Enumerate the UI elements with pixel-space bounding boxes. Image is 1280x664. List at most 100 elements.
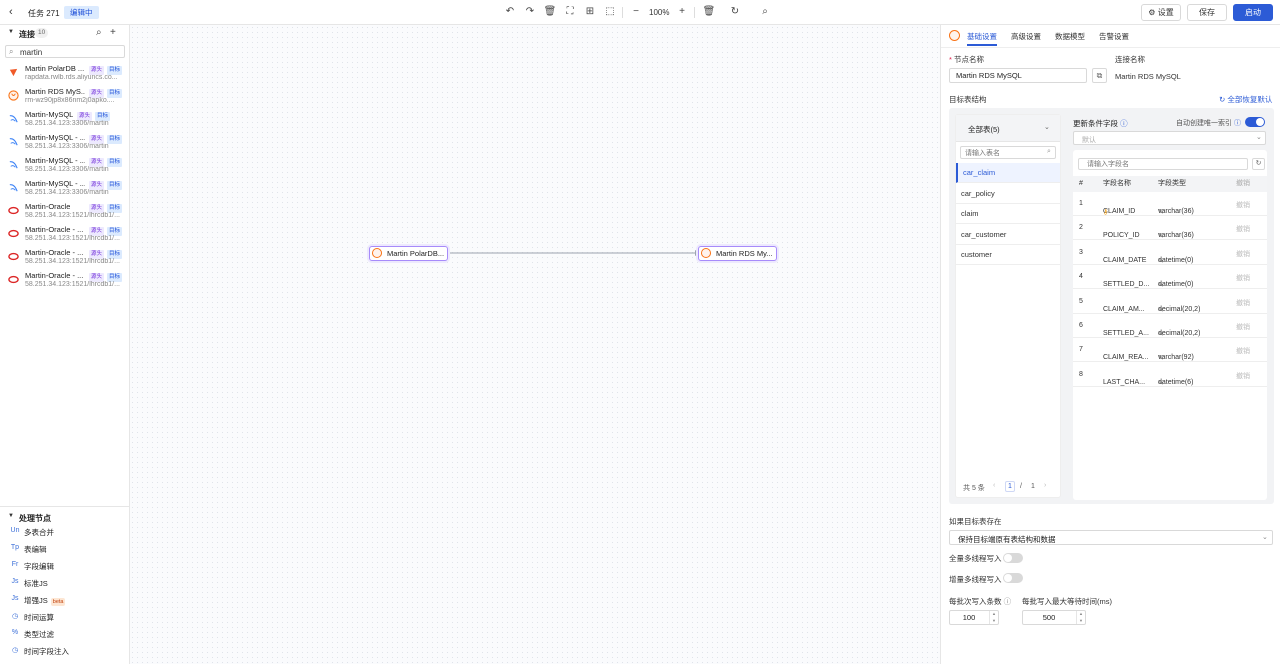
search-icon: ⌕ xyxy=(1047,148,1051,155)
connection-item[interactable]: Martin-Oracle - ... 源头 目标 58.251.34.123:152… xyxy=(0,247,130,270)
undo-button[interactable]: 撤销 xyxy=(1236,200,1250,210)
status-badge: 编辑中 xyxy=(64,6,99,19)
tab-data-model[interactable]: 数据模型 xyxy=(1055,31,1085,42)
incr-multi-toggle[interactable] xyxy=(1003,573,1023,583)
processing-node-item[interactable]: Js 标准JS xyxy=(0,575,130,591)
edit-icon[interactable]: ✎ xyxy=(1158,330,1164,338)
redo-icon[interactable]: ↷ xyxy=(523,5,537,19)
refresh-icon[interactable]: ↻ xyxy=(1252,158,1265,170)
add-connection-icon[interactable]: + xyxy=(110,27,116,38)
tab-alerts[interactable]: 告警设置 xyxy=(1099,31,1129,42)
toolbar-divider xyxy=(694,7,695,18)
table-search[interactable]: ⌕ xyxy=(960,146,1056,159)
connection-address: 58.251.34.123:1521/lhrcdb1/... xyxy=(25,235,120,242)
stepper-icon[interactable]: ▲ ▼ xyxy=(1076,611,1085,624)
source-node[interactable]: Martin PolarDB... xyxy=(369,246,448,261)
edge-layer xyxy=(448,250,700,256)
table-list-item[interactable]: customer xyxy=(956,245,1060,265)
processing-node-item[interactable]: Fr 字段编辑 xyxy=(0,558,130,574)
prev-page-icon[interactable]: ‹ xyxy=(993,482,995,489)
batch-wait-input[interactable]: 500 ▲ ▼ xyxy=(1022,610,1086,625)
restore-all-button[interactable]: ↻ 全部恢复默认 xyxy=(1219,94,1272,105)
search-icon[interactable]: ⌕ xyxy=(758,5,772,19)
settings-button[interactable]: ⚙ 设置 xyxy=(1141,4,1181,21)
undo-icon[interactable]: ↶ xyxy=(503,5,517,19)
table-search-input[interactable] xyxy=(965,148,1043,158)
dag-canvas[interactable]: Martin PolarDB... Martin RDS My... xyxy=(130,25,940,664)
processing-node-item[interactable]: Js 增强JS beta xyxy=(0,592,130,608)
field-search[interactable] xyxy=(1078,158,1248,170)
field-search-input[interactable] xyxy=(1087,160,1237,169)
undo-button[interactable]: 撤销 xyxy=(1236,224,1250,234)
field-index: 4 xyxy=(1079,273,1083,281)
exists-select[interactable]: 保持目标端原有表结构和数据 ⌄ xyxy=(949,530,1273,545)
fit-view-icon[interactable]: ⛶ xyxy=(563,5,577,19)
mysql-icon xyxy=(701,248,711,258)
stepper-icon[interactable]: ▲ ▼ xyxy=(989,611,998,624)
undo-button[interactable]: 撤销 xyxy=(1236,249,1250,259)
connection-item[interactable]: Martin RDS MyS... 源头 目标 rm-wz90jp8x86nm2j0a… xyxy=(0,86,130,109)
copy-icon[interactable]: ⧉ xyxy=(1092,68,1107,83)
edit-icon[interactable]: ✎ xyxy=(1158,354,1164,362)
table-list-item[interactable]: car_claim xyxy=(956,163,1060,183)
processing-node-item[interactable]: Un 多表合并 xyxy=(0,524,130,540)
target-node[interactable]: Martin RDS My... xyxy=(698,246,777,261)
edit-icon[interactable]: ✎ xyxy=(1158,379,1164,387)
search-icon[interactable]: ⌕ xyxy=(96,27,102,38)
connection-search[interactable]: ⌕ xyxy=(5,45,125,58)
full-multi-toggle[interactable] xyxy=(1003,553,1023,563)
connection-item[interactable]: Martin-Oracle 源头 目标 58.251.34.123:1521/lhrc… xyxy=(0,201,130,224)
connection-search-input[interactable] xyxy=(20,47,120,57)
processing-node-item[interactable]: % 类型过滤 xyxy=(0,626,130,642)
current-page[interactable]: 1 xyxy=(1005,481,1015,492)
node-type-icon: ◷ xyxy=(11,647,19,654)
connection-item[interactable]: Martin-MySQL 源头 目标 58.251.34.123:3306/marti… xyxy=(0,109,130,132)
delete-icon[interactable]: 🗑 xyxy=(543,5,557,19)
undo-button[interactable]: 撤销 xyxy=(1236,322,1250,332)
table-list-item[interactable]: car_customer xyxy=(956,225,1060,245)
connection-item[interactable]: Martin-MySQL - ... 源头 目标 58.251.34.123:3306… xyxy=(0,155,130,178)
processing-node-label: 多表合并 xyxy=(24,528,54,537)
undo-button[interactable]: 撤销 xyxy=(1236,346,1250,356)
undo-button[interactable]: 撤销 xyxy=(1236,273,1250,283)
zoom-in-icon[interactable]: + xyxy=(675,5,689,19)
table-row: 7 CLAIM_REA... varchar(92) ✎ 撤销 xyxy=(1073,338,1267,363)
edit-icon[interactable]: ✎ xyxy=(1158,281,1164,289)
tab-basic[interactable]: 基础设置 xyxy=(967,31,997,42)
connection-item[interactable]: Martin PolarDB ... 源头 目标 rapdata.rwlb.rds.a… xyxy=(0,63,130,86)
edit-icon[interactable]: ✎ xyxy=(1158,232,1164,240)
table-list-item[interactable]: claim xyxy=(956,204,1060,224)
zoom-out-icon[interactable]: − xyxy=(629,5,643,19)
full-multi-label: 全量多线程写入 xyxy=(949,554,1002,563)
processing-node-item[interactable]: Tp 表编辑 xyxy=(0,541,130,557)
table-list-item[interactable]: car_policy xyxy=(956,184,1060,204)
update-field-label: 更新条件字段 ⓘ xyxy=(1073,119,1128,128)
processing-node-item[interactable]: ◷ 时间运算 xyxy=(0,609,130,625)
processing-node-item[interactable]: ◷ 时间字段注入 xyxy=(0,643,130,659)
batch-count-input[interactable]: 100 ▲ ▼ xyxy=(949,610,999,625)
edit-icon[interactable]: ✎ xyxy=(1158,257,1164,265)
undo-button[interactable]: 撤销 xyxy=(1236,298,1250,308)
connection-item[interactable]: Martin-Oracle - ... 源头 目标 58.251.34.123:152… xyxy=(0,270,130,293)
auto-index-toggle[interactable] xyxy=(1245,117,1265,127)
refresh-icon[interactable]: ↻ xyxy=(728,5,742,19)
connection-item[interactable]: Martin-MySQL - ... 源头 目标 58.251.34.123:3306… xyxy=(0,132,130,155)
collapse-caret-icon[interactable]: ▼ xyxy=(8,513,14,519)
update-field-select[interactable]: 默认 ⌄ xyxy=(1073,131,1266,145)
edit-icon[interactable]: ✎ xyxy=(1158,208,1164,216)
node-name-input[interactable]: Martin RDS MySQL xyxy=(949,68,1087,83)
start-button[interactable]: 启动 xyxy=(1233,4,1273,21)
connection-item[interactable]: Martin-Oracle - ... 源头 目标 58.251.34.123:152… xyxy=(0,224,130,247)
connection-item[interactable]: Martin-MySQL - ... 源头 目标 58.251.34.123:3306… xyxy=(0,178,130,201)
tab-advanced[interactable]: 高级设置 xyxy=(1011,31,1041,42)
table-filter[interactable]: 全部表(5) ⌄ xyxy=(956,115,1060,142)
undo-button[interactable]: 撤销 xyxy=(1236,371,1250,381)
edit-icon[interactable]: ✎ xyxy=(1158,306,1164,314)
select-mode-icon[interactable]: ⬚ xyxy=(603,5,617,19)
save-button[interactable]: 保存 xyxy=(1187,4,1227,21)
next-page-icon[interactable]: › xyxy=(1044,482,1046,489)
collapse-caret-icon[interactable]: ▼ xyxy=(8,29,14,35)
auto-layout-icon[interactable]: ⊞ xyxy=(583,5,597,19)
trash-icon[interactable]: 🗑 xyxy=(702,5,716,19)
back-arrow-icon[interactable]: ‹ xyxy=(9,6,13,18)
